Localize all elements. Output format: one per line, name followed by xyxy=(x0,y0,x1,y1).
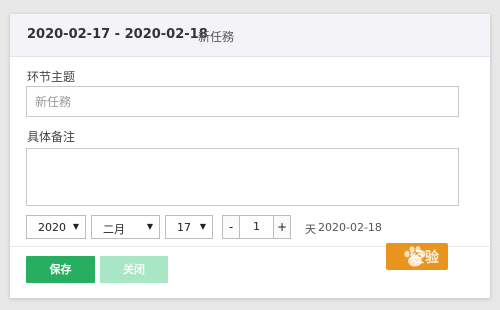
year-select[interactable]: 2020 ▼ xyxy=(26,215,86,239)
topic-input[interactable] xyxy=(26,86,459,117)
topic-label: 环节主题 xyxy=(27,70,76,84)
day-select-value: 17 xyxy=(177,221,191,234)
month-select[interactable]: 二月 ▼ xyxy=(91,215,160,239)
dropdown-arrow-icon: ▼ xyxy=(72,222,79,231)
notes-textarea[interactable] xyxy=(26,148,459,206)
end-date-label: 2020-02-18 xyxy=(318,221,382,234)
watermark-logo: 经验 xyxy=(386,243,448,270)
save-button[interactable]: 保存 xyxy=(26,256,95,283)
notes-label: 具体备注 xyxy=(27,130,76,144)
duration-increment-button[interactable]: + xyxy=(273,215,291,239)
day-select[interactable]: 17 ▼ xyxy=(165,215,213,239)
dropdown-arrow-icon: ▼ xyxy=(146,222,153,231)
dropdown-arrow-icon: ▼ xyxy=(199,222,206,231)
month-select-value: 二月 xyxy=(103,223,125,236)
year-select-value: 2020 xyxy=(38,221,66,234)
duration-decrement-button[interactable]: - xyxy=(222,215,240,239)
dialog-header: 2020-02-17 - 2020-02-18 新任務 xyxy=(10,14,490,57)
watermark-text: 经验 xyxy=(410,250,440,266)
duration-input[interactable]: 1 xyxy=(240,215,273,239)
date-range-title: 2020-02-17 - 2020-02-18 xyxy=(27,27,208,42)
task-subject-title: 新任務 xyxy=(198,30,235,44)
duration-unit-label: 天 xyxy=(305,223,316,236)
close-button[interactable]: 关闭 xyxy=(100,256,168,283)
